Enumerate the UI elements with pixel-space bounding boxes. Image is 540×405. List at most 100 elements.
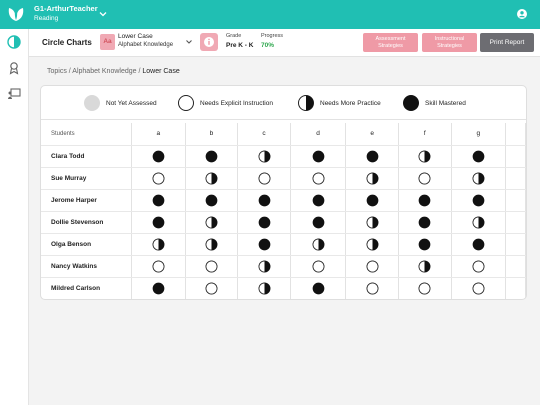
mastery-cell[interactable] — [398, 277, 452, 299]
mastery-cell[interactable] — [131, 167, 186, 190]
mastery-cell[interactable] — [451, 277, 507, 299]
mastery-cell[interactable] — [451, 233, 507, 256]
filled-circle-icon — [312, 194, 324, 206]
print-report-button[interactable]: Print Report — [480, 33, 534, 52]
mastery-cell[interactable] — [398, 255, 452, 278]
filled-circle-icon — [258, 194, 270, 206]
empty-circle-icon — [152, 172, 165, 184]
breadcrumb-section[interactable]: Alphabet Knowledge — [72, 68, 136, 75]
empty-circle-icon — [418, 282, 431, 295]
mastery-cell[interactable] — [345, 277, 399, 299]
student-name[interactable]: Olga Benson — [41, 233, 133, 256]
filled-circle-icon — [312, 216, 324, 228]
half-circle-icon — [418, 260, 431, 272]
column-header: f — [398, 123, 452, 146]
mastery-cell[interactable] — [451, 189, 507, 212]
assessment-strategies-button[interactable]: Assessment Strategies — [363, 33, 418, 52]
half-circle-icon — [152, 238, 165, 250]
student-name[interactable]: Jerome Harper — [41, 189, 133, 212]
student-name[interactable]: Nancy Watkins — [41, 255, 133, 278]
mastery-cell[interactable] — [237, 277, 291, 299]
teacher-board-icon[interactable] — [7, 87, 21, 101]
mastery-cell[interactable] — [290, 211, 347, 234]
student-name[interactable]: Dollie Stevenson — [41, 211, 133, 234]
mastery-cell[interactable] — [131, 145, 186, 168]
mastery-cell[interactable] — [290, 255, 347, 278]
chevron-down-icon[interactable] — [185, 38, 193, 46]
breadcrumb-topics[interactable]: Topics — [47, 68, 67, 75]
half-circle-icon — [205, 238, 218, 250]
half-circle-icon — [472, 172, 485, 184]
mastery-cell[interactable] — [398, 189, 452, 212]
mastery-table: Students a b c d e f g Clara Todd Sue Mur… — [41, 123, 526, 299]
filled-circle-icon — [418, 238, 431, 250]
mastery-cell[interactable] — [185, 189, 239, 212]
topic-badge: Aa — [100, 34, 115, 50]
column-header: b — [185, 123, 239, 146]
mastery-cell[interactable] — [131, 189, 186, 212]
mastery-cell[interactable] — [237, 145, 291, 168]
mastery-cell[interactable] — [398, 211, 452, 234]
progress-label: Progress — [261, 33, 284, 39]
class-name[interactable]: G1-ArthurTeacher — [34, 4, 98, 13]
mastery-cell[interactable] — [451, 255, 507, 278]
mastery-cell[interactable] — [131, 255, 186, 278]
mastery-cell[interactable] — [290, 167, 347, 190]
mastery-cell[interactable] — [185, 255, 239, 278]
mastery-cell[interactable] — [185, 167, 239, 190]
mastery-cell[interactable] — [345, 145, 399, 168]
mastery-cell[interactable] — [237, 167, 291, 190]
mastery-cell[interactable] — [237, 211, 291, 234]
topic-title[interactable]: Lower Case — [118, 33, 153, 40]
award-icon[interactable] — [7, 61, 21, 75]
circle-chart-icon[interactable] — [7, 35, 21, 49]
mastery-cell[interactable] — [398, 167, 452, 190]
filled-circle-icon — [205, 194, 218, 206]
mastery-cell[interactable] — [290, 189, 347, 212]
filled-circle-icon — [366, 150, 379, 162]
leaf-logo-icon[interactable] — [7, 6, 25, 22]
mastery-cell[interactable] — [185, 233, 239, 256]
mastery-cell[interactable] — [398, 145, 452, 168]
mastery-cell[interactable] — [290, 145, 347, 168]
mastery-cell[interactable] — [185, 211, 239, 234]
mastery-cell[interactable] — [345, 211, 399, 234]
student-name[interactable]: Mildred Carlson — [41, 277, 133, 299]
mastery-cell[interactable] — [237, 255, 291, 278]
sidebar — [0, 29, 29, 405]
table-header-row: Students a b c d e f g — [41, 123, 526, 146]
filled-circle-icon — [472, 194, 485, 206]
column-header: d — [290, 123, 347, 146]
mastery-cell[interactable] — [237, 233, 291, 256]
info-button[interactable] — [200, 33, 218, 51]
half-circle-icon — [366, 172, 379, 184]
mastery-cell[interactable] — [185, 145, 239, 168]
mastery-cell[interactable] — [290, 277, 347, 299]
mastery-cell[interactable] — [345, 189, 399, 212]
mastery-cell[interactable] — [345, 233, 399, 256]
half-circle-icon — [366, 216, 379, 228]
mastery-cell[interactable] — [451, 167, 507, 190]
student-name[interactable]: Clara Todd — [41, 145, 133, 168]
mastery-cell[interactable] — [451, 145, 507, 168]
user-account-icon[interactable] — [517, 9, 527, 19]
mastery-cell[interactable] — [131, 233, 186, 256]
mastery-cell[interactable] — [290, 233, 347, 256]
mastery-cell[interactable] — [398, 233, 452, 256]
mastery-cell[interactable] — [237, 189, 291, 212]
subject-name: Reading — [34, 15, 59, 22]
instructional-strategies-button[interactable]: Instructional Strategies — [422, 33, 477, 52]
empty-circle-icon — [178, 95, 194, 111]
column-header: a — [131, 123, 186, 146]
student-name[interactable]: Sue Murray — [41, 167, 133, 190]
chevron-down-icon[interactable] — [98, 9, 108, 19]
mastery-cell[interactable] — [345, 167, 399, 190]
grade-value: Pre K - K — [226, 42, 254, 49]
mastery-cell[interactable] — [345, 255, 399, 278]
mastery-cell[interactable] — [131, 277, 186, 299]
filled-circle-icon — [152, 282, 165, 295]
mastery-cell[interactable] — [185, 277, 239, 299]
half-circle-icon — [205, 216, 218, 228]
mastery-cell[interactable] — [131, 211, 186, 234]
mastery-cell[interactable] — [451, 211, 507, 234]
